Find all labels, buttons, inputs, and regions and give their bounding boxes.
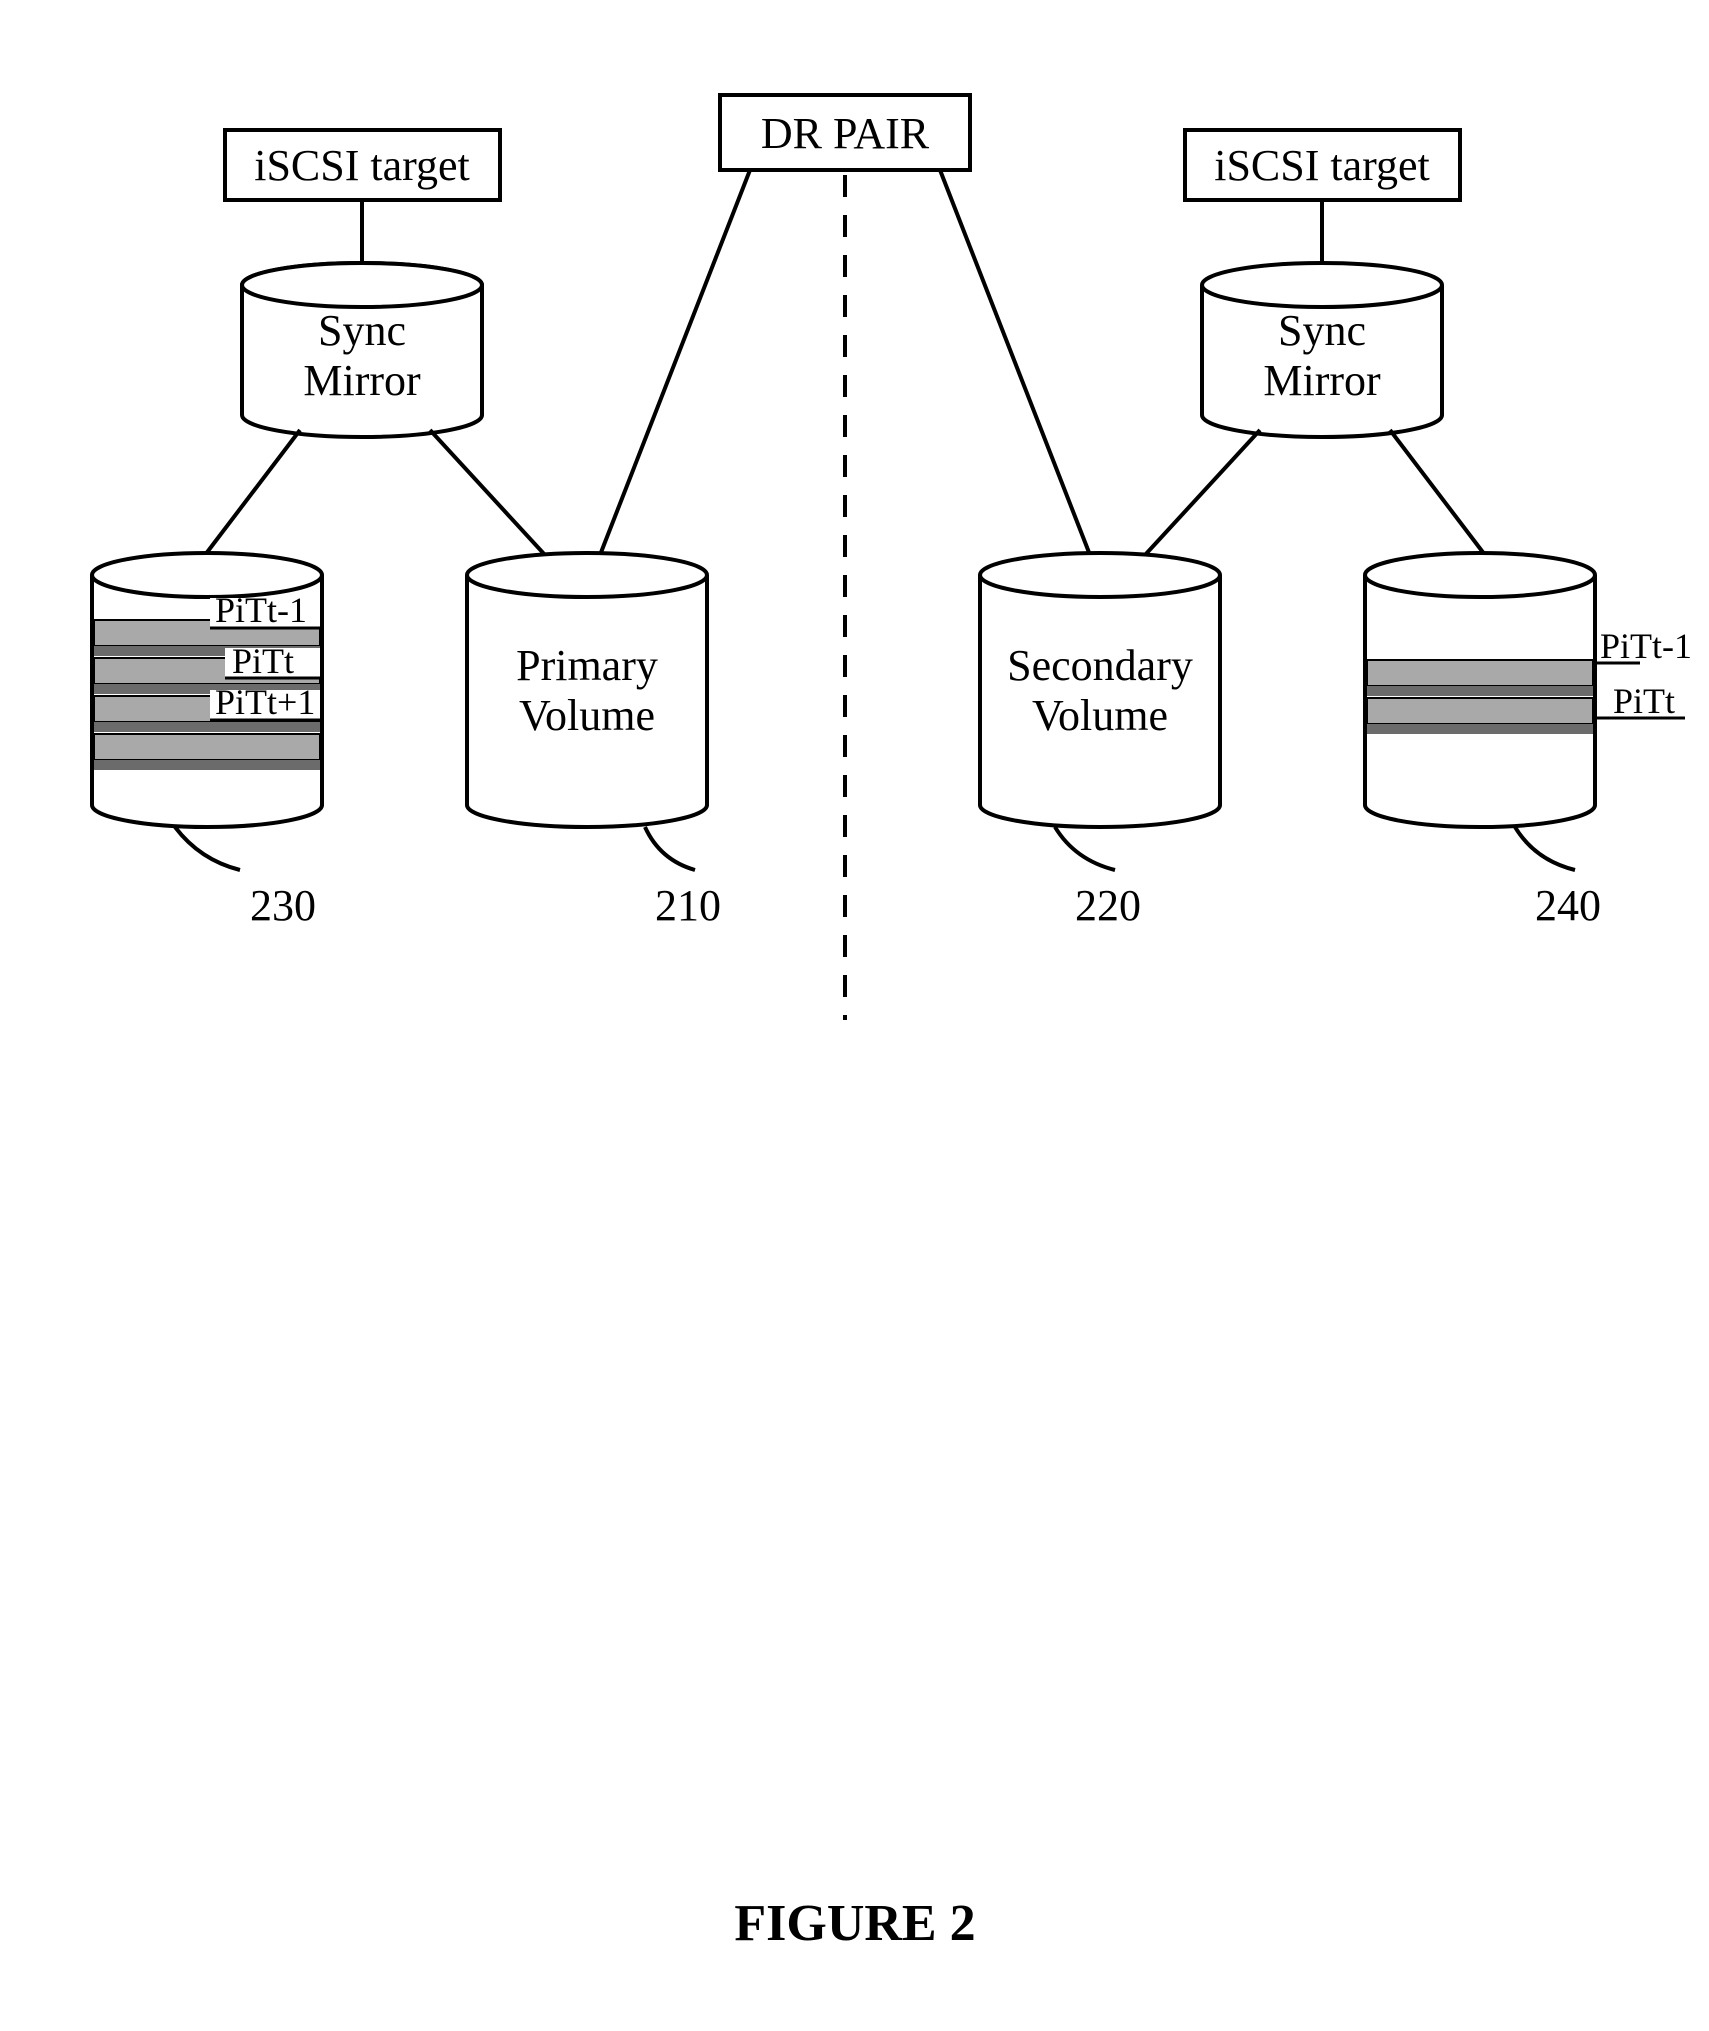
sync-mirror-right-line2: Mirror (1263, 356, 1381, 405)
primary-ref-label: 210 (655, 881, 721, 930)
secondary-ref-leader (1055, 827, 1115, 870)
primary-ref-leader (645, 827, 695, 870)
iscsi-target-right-label: iSCSI target (1214, 141, 1430, 190)
iscsi-target-right: iSCSI target (1185, 130, 1460, 200)
primary-volume-line1: Primary (516, 641, 658, 690)
pit-right-ref-label: 240 (1535, 881, 1601, 930)
sync-mirror-left: Sync Mirror (242, 263, 482, 437)
secondary-ref-label: 220 (1075, 881, 1141, 930)
sync-to-secondary-right (1145, 430, 1260, 555)
sync-to-primary-left (430, 430, 545, 555)
pit-right-label-1: PiTt-1 (1600, 626, 1692, 666)
iscsi-target-left-label: iSCSI target (254, 141, 470, 190)
pit-left-ref-leader (175, 827, 240, 870)
pit-cylinder-left: PiTt-1 PiTt PiTt+1 (92, 553, 322, 827)
pit-left-label-3: PiTt+1 (215, 682, 315, 722)
secondary-volume: Secondary Volume (980, 553, 1220, 827)
pit-right-label-2: PiTt (1613, 681, 1675, 721)
secondary-volume-line2: Volume (1032, 691, 1168, 740)
secondary-volume-line1: Secondary (1007, 641, 1193, 690)
sync-to-pit-left (205, 430, 300, 555)
sync-mirror-right: Sync Mirror (1202, 263, 1442, 437)
primary-volume-line2: Volume (519, 691, 655, 740)
drpair-to-primary (600, 170, 750, 555)
sync-mirror-right-line1: Sync (1278, 306, 1366, 355)
pit-left-ref-label: 230 (250, 881, 316, 930)
sync-mirror-left-line2: Mirror (303, 356, 421, 405)
dr-pair-box: DR PAIR (720, 95, 970, 170)
pit-left-label-2: PiTt (232, 641, 294, 681)
pit-right-ref-leader (1515, 827, 1575, 870)
sync-to-pit-right (1390, 430, 1485, 555)
sync-mirror-left-line1: Sync (318, 306, 406, 355)
figure-caption: FIGURE 2 (734, 1895, 975, 1952)
pit-cylinder-right (1365, 553, 1595, 827)
drpair-to-secondary (940, 170, 1090, 555)
primary-volume: Primary Volume (467, 553, 707, 827)
iscsi-target-left: iSCSI target (225, 130, 500, 200)
dr-pair-label: DR PAIR (761, 109, 930, 158)
pit-left-label-1: PiTt-1 (215, 590, 307, 630)
